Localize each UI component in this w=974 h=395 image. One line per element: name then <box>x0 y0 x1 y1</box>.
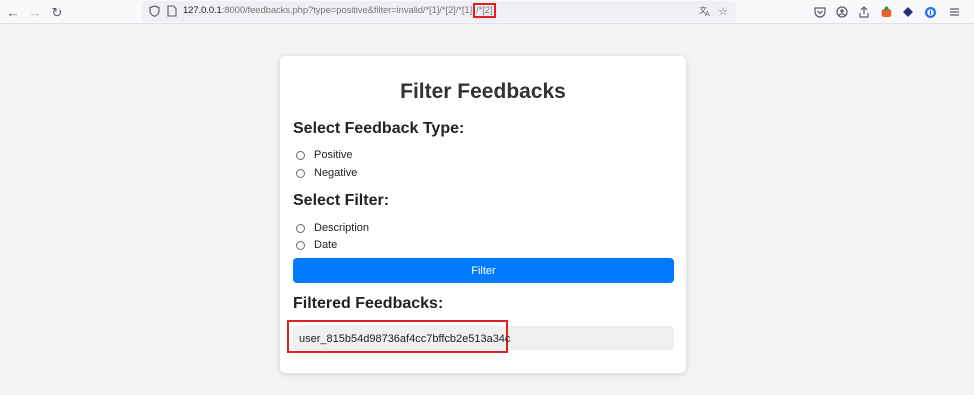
url-text[interactable]: 127.0.0.1:8000/feedbacks.php?type=positi… <box>183 3 496 18</box>
radio-label: Negative <box>314 167 358 179</box>
radio-button[interactable] <box>296 240 305 250</box>
browser-toolbar: ← → ↻ 127.0.0.1:8000/feedbacks.php?type=… <box>0 0 974 24</box>
arrow-right-icon[interactable]: → <box>26 3 44 21</box>
radio-label: Date <box>314 239 338 251</box>
url-host: 127.0.0.1 <box>183 5 222 16</box>
translate-icon[interactable]: 文A <box>698 4 712 18</box>
shield-icon[interactable] <box>147 4 161 18</box>
radio-button[interactable] <box>296 168 305 178</box>
url-highlight: /*[2] <box>473 3 496 18</box>
radio-button[interactable] <box>296 150 305 160</box>
reload-icon[interactable]: ↻ <box>48 3 66 21</box>
star-icon[interactable]: ☆ <box>716 4 730 18</box>
share-icon[interactable] <box>856 4 872 20</box>
radio-option-date[interactable]: Date <box>296 238 337 252</box>
radio-button[interactable] <box>296 223 305 233</box>
pocket-icon[interactable] <box>812 4 828 20</box>
extension-diamond-icon[interactable] <box>900 4 916 20</box>
radio-option-negative[interactable]: Negative <box>296 166 357 180</box>
url-path: :8000/feedbacks.php?type=positive&filter… <box>221 5 473 16</box>
radio-option-positive[interactable]: Positive <box>296 148 353 162</box>
menu-icon[interactable] <box>946 4 962 20</box>
filter-card: Filter Feedbacks Select Feedback Type: P… <box>280 56 686 373</box>
page-icon[interactable] <box>165 4 179 18</box>
svg-text:A: A <box>705 10 710 17</box>
extension-bug-icon[interactable] <box>878 4 894 20</box>
filter-heading: Select Filter: <box>293 192 390 209</box>
filter-button[interactable]: Filter <box>293 258 674 283</box>
feedback-type-heading: Select Feedback Type: <box>293 120 465 137</box>
radio-label: Description <box>314 222 370 234</box>
account-icon[interactable] <box>834 4 850 20</box>
results-heading: Filtered Feedbacks: <box>293 295 444 312</box>
radio-label: Positive <box>314 149 353 161</box>
result-text: user_815b54d98736af4cc7bffcb2e513a34c <box>299 333 511 345</box>
extension-password-icon[interactable] <box>922 4 938 20</box>
page-title: Filter Feedbacks <box>400 80 566 103</box>
url-bar[interactable]: 127.0.0.1:8000/feedbacks.php?type=positi… <box>142 1 736 22</box>
arrow-left-icon[interactable]: ← <box>4 3 22 21</box>
radio-option-description[interactable]: Description <box>296 221 369 235</box>
